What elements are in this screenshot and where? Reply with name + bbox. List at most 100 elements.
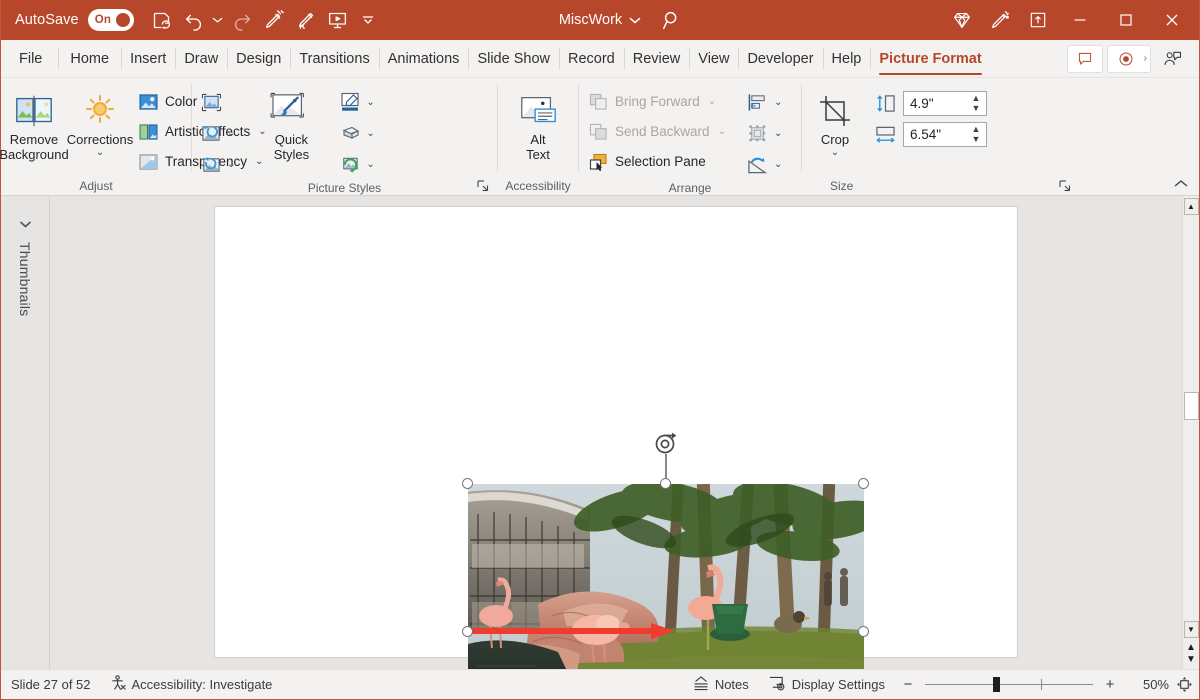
scrollbar-thumb[interactable] — [1184, 392, 1199, 420]
close-icon[interactable] — [1149, 0, 1195, 40]
corrections-caret-icon[interactable]: ⌄ — [96, 148, 104, 158]
zoom-level[interactable]: 50% — [1123, 677, 1169, 692]
alt-text-button[interactable]: Alt Text — [503, 84, 573, 163]
crop-caret-icon[interactable]: ⌄ — [831, 148, 839, 158]
picture-styles-dialog-launcher-icon[interactable] — [475, 178, 491, 194]
shape-height-stepper[interactable]: ▲ ▼ — [969, 92, 983, 115]
slide-canvas[interactable] — [50, 196, 1182, 669]
scroll-up-icon[interactable]: ▲ — [1183, 198, 1199, 215]
rotate-handle-icon[interactable] — [653, 431, 679, 457]
accessibility-status[interactable]: Accessibility: Investigate — [101, 670, 283, 700]
tab-design[interactable]: Design — [227, 40, 290, 77]
change-picture-caret-icon[interactable]: ⌄ — [227, 128, 235, 139]
previous-slide-icon[interactable]: ▲ — [1186, 642, 1196, 653]
scroll-down-icon[interactable]: ▼ — [1183, 621, 1199, 638]
tab-picture-format[interactable]: Picture Format — [870, 40, 990, 77]
stepper-down-icon[interactable]: ▼ — [972, 104, 981, 113]
diamond-icon[interactable] — [943, 0, 981, 40]
stepper-down-icon[interactable]: ▼ — [972, 135, 981, 144]
restore-layout-icon[interactable] — [1019, 0, 1057, 40]
tab-review[interactable]: Review — [623, 40, 690, 77]
record-caret-icon[interactable]: › — [1144, 53, 1147, 64]
stepper-up-icon[interactable]: ▲ — [972, 125, 981, 134]
maximize-icon[interactable] — [1103, 0, 1149, 40]
save-icon[interactable] — [146, 4, 178, 36]
zoom-in-button[interactable]: + — [1103, 676, 1117, 693]
undo-caret-icon[interactable] — [210, 5, 226, 35]
stepper-up-icon[interactable]: ▲ — [972, 94, 981, 103]
align-button[interactable]: ⌄ — [745, 88, 782, 117]
compress-pictures-button[interactable] — [198, 88, 235, 117]
search-button[interactable] — [661, 0, 683, 40]
thumbnails-pane[interactable]: Thumbnails — [1, 196, 50, 669]
red-arrow-annotation[interactable] — [471, 622, 676, 640]
autosave-toggle[interactable]: On — [87, 9, 134, 31]
tab-animations[interactable]: Animations — [378, 40, 469, 77]
share-icon[interactable] — [1155, 45, 1191, 73]
minimize-icon[interactable] — [1057, 0, 1103, 40]
pen-icon[interactable] — [258, 4, 290, 36]
size-dialog-launcher-icon[interactable] — [1057, 178, 1073, 194]
zoom-slider[interactable]: − + — [895, 676, 1123, 693]
tab-help[interactable]: Help — [822, 40, 871, 77]
selection-handle-top-right[interactable] — [858, 478, 869, 489]
reset-picture-button[interactable]: ⌄ — [198, 150, 235, 179]
tab-insert[interactable]: Insert — [121, 40, 175, 77]
align-caret-icon[interactable]: ⌄ — [774, 97, 782, 108]
tab-home[interactable]: Home — [58, 40, 121, 77]
crop-button[interactable]: Crop ⌄ — [802, 84, 868, 158]
tab-transitions[interactable]: Transitions — [290, 40, 378, 77]
tab-file[interactable]: File — [1, 40, 58, 77]
tab-record[interactable]: Record — [558, 40, 624, 77]
notes-button[interactable]: Notes — [683, 670, 759, 700]
zoom-out-button[interactable]: − — [901, 676, 915, 693]
picture-border-caret-icon[interactable]: ⌄ — [366, 97, 374, 108]
qat-more-caret-icon[interactable] — [360, 5, 376, 35]
reset-picture-caret-icon[interactable]: ⌄ — [227, 159, 235, 170]
picture-effects-caret-icon[interactable]: ⌄ — [366, 128, 374, 139]
collapse-ribbon-icon[interactable] — [1169, 173, 1193, 193]
tab-developer[interactable]: Developer — [738, 40, 822, 77]
corrections-button[interactable]: Corrections ⌄ — [67, 84, 133, 158]
selection-pane-button[interactable]: Selection Pane — [583, 147, 731, 176]
shape-height-input[interactable]: 4.9" ▲ ▼ — [903, 91, 987, 116]
comment-icon[interactable] — [1067, 44, 1103, 73]
display-settings-button[interactable]: Display Settings — [759, 670, 895, 700]
selection-handle-middle-right[interactable] — [858, 626, 869, 637]
picture-layout-button[interactable]: ⌄ — [337, 150, 375, 179]
chevron-right-icon[interactable] — [19, 218, 32, 232]
tab-draw[interactable]: Draw — [175, 40, 227, 77]
picture-border-button[interactable]: ⌄ — [337, 88, 375, 117]
shape-width-input[interactable]: 6.54" ▲ ▼ — [903, 122, 987, 147]
designer-icon[interactable] — [981, 0, 1019, 40]
zoom-thumb[interactable] — [993, 677, 1000, 692]
selection-handle-top-left[interactable] — [462, 478, 473, 489]
rotate-button[interactable]: ⌄ — [745, 150, 782, 179]
selection-handle-middle-left[interactable] — [462, 626, 473, 637]
rotate-caret-icon[interactable]: ⌄ — [774, 159, 782, 170]
present-icon[interactable] — [322, 4, 354, 36]
document-title-caret-icon[interactable] — [629, 13, 641, 28]
quick-styles-button[interactable]: Quick Styles — [255, 84, 327, 163]
group-caret-icon[interactable]: ⌄ — [774, 128, 782, 139]
tab-view[interactable]: View — [689, 40, 738, 77]
fit-to-window-icon[interactable] — [1169, 676, 1199, 693]
selection-handle-top-center[interactable] — [660, 478, 671, 489]
undo-icon[interactable] — [178, 4, 210, 36]
next-slide-icon[interactable]: ▼ — [1186, 654, 1196, 665]
remove-background-button[interactable]: Remove Background — [0, 84, 69, 163]
shape-width-stepper[interactable]: ▲ ▼ — [969, 123, 983, 146]
flamingo-habitat-photo[interactable] — [468, 484, 864, 669]
change-picture-button[interactable]: ⌄ — [198, 119, 235, 148]
tab-slide-show[interactable]: Slide Show — [468, 40, 559, 77]
record-icon[interactable]: › — [1107, 44, 1151, 73]
picture-layout-caret-icon[interactable]: ⌄ — [366, 159, 374, 170]
zoom-track[interactable] — [925, 677, 1093, 692]
picture-effects-button[interactable]: ⌄ — [337, 119, 375, 148]
highlighter-icon[interactable] — [290, 4, 322, 36]
group-button[interactable]: ⌄ — [745, 119, 782, 148]
vertical-scrollbar[interactable]: ▲ ▼ ▲ ▼ — [1182, 196, 1199, 669]
document-title[interactable]: MiscWork — [559, 12, 622, 28]
selected-picture[interactable] — [462, 432, 869, 669]
slide-counter[interactable]: Slide 27 of 52 — [1, 670, 101, 700]
